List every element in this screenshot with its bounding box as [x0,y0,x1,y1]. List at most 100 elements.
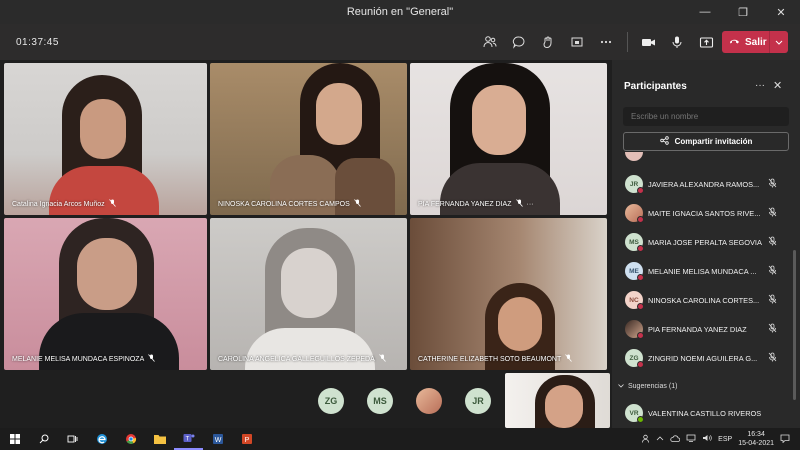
search-input[interactable] [623,107,789,126]
volume-icon[interactable] [702,434,712,444]
clock[interactable]: 16:34 15-04-2021 [738,430,774,448]
status-badge [637,216,644,223]
list-item[interactable]: JR JAVIERA ALEXANDRA RAMOS... [612,172,800,196]
muted-mic-icon [515,199,523,209]
avatar: MS [625,233,644,252]
search-icon[interactable] [29,428,58,450]
network-icon[interactable] [686,434,696,444]
list-item[interactable]: MS MARIA JOSE PERALTA SEGOVIA [612,230,800,254]
chevron-up-icon[interactable] [656,435,664,443]
avatar[interactable]: JR [465,388,491,414]
chat-icon[interactable] [505,28,533,56]
avatar: JR [625,175,644,194]
avatar: NC [625,291,644,310]
muted-mic-icon[interactable] [768,262,777,280]
list-item[interactable]: PIA FERNANDA YANEZ DIAZ [612,317,800,341]
status-badge [637,245,644,252]
participant-name: Catalina Ignacia Arcos Muñoz [12,200,105,208]
participant-name: NINOSKA CAROLINA CORTES... [648,295,760,305]
muted-mic-icon [353,199,361,209]
word-icon[interactable]: W [203,428,232,450]
participant-name: VALENTINA CASTILLO RIVEROS [648,408,762,418]
minimize-icon[interactable]: — [686,0,724,24]
meeting-toolbar [476,24,721,60]
file-explorer-icon[interactable] [145,428,174,450]
powerpoint-icon[interactable]: P [232,428,261,450]
self-view-video[interactable] [505,373,610,428]
list-item[interactable]: VR VALENTINA CASTILLO RIVEROS [612,401,800,425]
participant-video [440,63,560,215]
people-icon[interactable] [641,434,650,445]
tile-label: MELANIE MELISA MUNDACA ESPINOZA [12,354,156,364]
close-icon[interactable]: ✕ [773,79,782,92]
participant-name: MARIA JOSE PERALTA SEGOVIA [648,237,762,247]
window-title: Reunión en "General" [346,6,454,18]
list-item[interactable]: NC NINOSKA CAROLINA CORTES... [612,288,800,312]
svg-text:T: T [185,437,189,443]
video-tile[interactable]: CATHERINE ELIZABETH SOTO BEAUMONT [410,218,607,370]
suggestions-header[interactable]: Sugerencias (1) [618,383,677,390]
list-item[interactable] [612,150,800,162]
muted-mic-icon[interactable] [768,204,777,222]
svg-text:P: P [244,437,249,444]
participant-name: JAVIERA ALEXANDRA RAMOS... [648,179,760,189]
muted-mic-icon[interactable] [768,349,777,367]
leave-button[interactable]: Salir [722,31,788,53]
participant-name: CAROLINA ANGELICA GALLEGUILLOS ZEPEDA [218,355,375,363]
participant-name: MAITE IGNACIA SANTOS RIVE... [648,208,761,218]
participant-name: CATHERINE ELIZABETH SOTO BEAUMONT [418,355,562,363]
video-tile[interactable]: CAROLINA ANGELICA GALLEGUILLOS ZEPEDA [210,218,407,370]
muted-mic-icon[interactable] [768,320,777,338]
participant-name: ZINGRID NOEMI AGUILERA G... [648,353,758,363]
avatar: ME [625,262,644,281]
participant-video [270,63,400,215]
close-window-icon[interactable]: ✕ [762,0,800,24]
taskbar: T W P ESP 16:34 15-04-2021 [0,428,800,450]
chrome-icon[interactable] [116,428,145,450]
video-tile[interactable]: MELANIE MELISA MUNDACA ESPINOZA [4,218,207,370]
avatar: ZG [625,349,644,368]
cloud-icon[interactable] [670,434,681,444]
leave-main[interactable]: Salir [722,31,770,53]
video-tile[interactable]: NINOSKA CAROLINA CORTES CAMPOS [210,63,407,215]
list-item[interactable]: ZG ZINGRID NOEMI AGUILERA G... [612,346,800,370]
notifications-icon[interactable] [780,434,790,445]
edge-icon[interactable] [87,428,116,450]
avatar-photo[interactable] [416,388,442,414]
leave-options-chevron-icon[interactable] [770,31,788,53]
language-indicator[interactable]: ESP [718,436,732,443]
panel-scrollbar[interactable] [793,250,796,400]
teams-icon[interactable]: T [174,428,203,450]
leave-label: Salir [745,36,767,48]
avatar: VR [625,404,644,423]
avatar [625,151,643,161]
breakout-rooms-icon[interactable] [563,28,591,56]
participants-icon[interactable] [476,28,504,56]
tile-more-icon[interactable]: ··· [527,201,534,208]
window-controls: — ❐ ✕ [686,0,800,24]
clock-date: 15-04-2021 [738,440,774,447]
task-view-icon[interactable] [58,428,87,450]
list-item[interactable]: MAITE IGNACIA SANTOS RIVE... [612,201,800,225]
windows-start-icon[interactable] [0,428,29,450]
list-item[interactable]: ME MELANIE MELISA MUNDACA ... [612,259,800,283]
system-tray: ESP 16:34 15-04-2021 [641,428,800,450]
avatar[interactable]: ZG [318,388,344,414]
status-badge [637,332,644,339]
reactions-icon[interactable] [534,28,562,56]
video-tile[interactable]: Catalina Ignacia Arcos Muñoz [4,63,207,215]
microphone-icon[interactable] [663,28,691,56]
more-actions-icon[interactable] [592,28,620,56]
muted-mic-icon[interactable] [768,233,777,251]
muted-mic-icon[interactable] [768,175,777,193]
panel-more-icon[interactable]: ··· [755,80,765,91]
participant-name: MELANIE MELISA MUNDACA ... [648,266,757,276]
participant-name: MELANIE MELISA MUNDACA ESPINOZA [12,355,145,363]
avatar[interactable]: MS [367,388,393,414]
camera-icon[interactable] [634,28,662,56]
restore-icon[interactable]: ❐ [724,0,762,24]
muted-mic-icon[interactable] [768,291,777,309]
share-screen-icon[interactable] [692,28,720,56]
share-invite-button[interactable]: Compartir invitación [623,132,789,151]
video-tile[interactable]: PIA FERNANDA YANEZ DIAZ ··· [410,63,607,215]
